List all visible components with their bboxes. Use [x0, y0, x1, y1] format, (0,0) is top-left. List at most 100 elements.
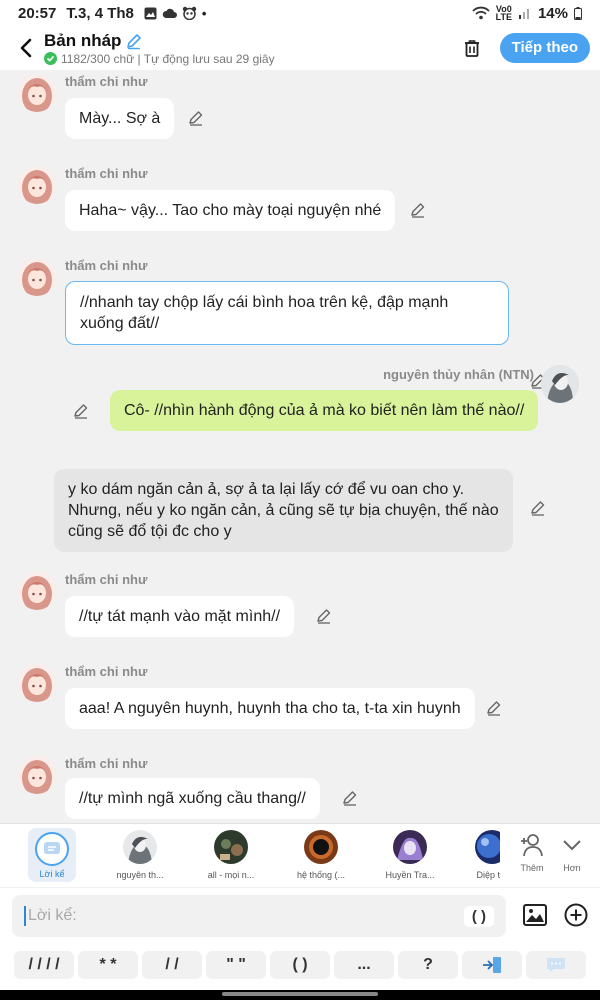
add-label: Thêm — [520, 863, 544, 873]
back-button[interactable] — [14, 36, 38, 60]
panda-icon — [182, 6, 197, 20]
character-item[interactable]: Huyền Tra... — [370, 824, 450, 888]
character-item[interactable]: hệ thống (... — [281, 824, 361, 888]
character-narration[interactable]: Lời kể — [28, 828, 76, 882]
shortcut-bar: / / / / * * / / " " ( ) ... ? — [0, 944, 600, 990]
system-nav-bar — [0, 990, 600, 1000]
chevron-left-icon — [20, 38, 32, 58]
add-character-button[interactable]: Thêm — [512, 832, 552, 873]
battery-icon — [574, 6, 582, 20]
status-bar: 20:57 T.3, 4 Th8 • Vo0 LTE 14% — [0, 0, 600, 26]
edit-message-icon[interactable] — [72, 402, 90, 420]
edit-message-icon[interactable] — [529, 499, 547, 517]
draft-subtitle-row: 1182/300 chữ | Tự động lưu sau 29 giây — [44, 52, 275, 66]
signal-icon — [518, 9, 529, 19]
composer: Lời kể: ( ) — [0, 888, 600, 944]
avatar[interactable] — [18, 664, 56, 702]
narration-icon — [35, 832, 69, 866]
edit-message-icon[interactable] — [315, 607, 333, 625]
message-bubble[interactable]: //tự tát mạnh vào mặt mình// — [65, 596, 295, 637]
trash-icon[interactable] — [462, 38, 482, 58]
chat-bubble-button[interactable] — [526, 951, 586, 979]
boy-avatar-icon — [541, 365, 579, 403]
girl-avatar-icon — [18, 74, 56, 112]
sender-name: thẩm chi như — [65, 258, 148, 273]
avatar[interactable] — [18, 74, 56, 112]
character-name: Diệp t — [476, 870, 500, 880]
message-bubble[interactable]: //tự mình ngã xuống cầu thang// — [65, 778, 320, 819]
home-indicator[interactable] — [222, 992, 378, 996]
message-bubble[interactable]: Haha~ vậy... Tao cho mày toại nguyện nhé — [65, 190, 396, 231]
character-item[interactable]: nguyên th... — [100, 824, 180, 888]
character-name: all - mọi n... — [207, 870, 255, 880]
shortcut-key[interactable]: ... — [334, 951, 394, 979]
header-actions: Tiếp theo — [462, 33, 590, 63]
add-person-icon — [521, 834, 543, 857]
character-name: nguyên th... — [116, 870, 164, 880]
message-bubble[interactable]: Mày... Sợ à — [65, 98, 175, 139]
message-input[interactable]: Lời kể: ( ) — [12, 895, 506, 937]
cloud-icon — [162, 8, 177, 18]
girl-avatar-icon — [18, 756, 56, 794]
sender-name: thẩm chi như — [65, 756, 148, 771]
girl-avatar-icon — [18, 258, 56, 296]
more-label: Hơn — [563, 863, 581, 873]
avatar-hole — [304, 830, 338, 864]
avatar-gray — [123, 830, 157, 864]
saved-check-icon — [44, 52, 57, 65]
add-circle-icon[interactable] — [563, 902, 589, 928]
lte-bottom: LTE — [495, 12, 512, 22]
status-time: 20:57 — [18, 4, 57, 22]
girl-avatar-icon — [18, 664, 56, 702]
narration-bubble[interactable]: y ko dám ngăn cản ả, sợ ả ta lại lấy cớ … — [54, 469, 513, 552]
image-icon[interactable] — [522, 902, 548, 928]
avatar[interactable] — [18, 756, 56, 794]
shortcut-key[interactable]: ? — [398, 951, 458, 979]
character-name: Lời kể — [39, 869, 65, 879]
character-item[interactable]: Diệp t — [460, 824, 500, 888]
message-bubble[interactable]: //nhanh tay chộp lấy cái bình hoa trên k… — [65, 281, 509, 345]
shortcut-key[interactable]: ( ) — [270, 951, 330, 979]
edit-message-icon[interactable] — [485, 699, 503, 717]
avatar-dark — [214, 830, 248, 864]
lte-indicator: Vo0 LTE — [495, 5, 512, 22]
word-count-autosave: 1182/300 chữ | Tự động lưu sau 29 giây — [61, 51, 275, 66]
sender-name: thẩm chi như — [65, 166, 148, 181]
character-name: Huyền Tra... — [385, 870, 435, 880]
character-item[interactable]: all - mọi n... — [191, 824, 271, 888]
edit-title-icon[interactable] — [125, 32, 143, 50]
avatar-purple — [393, 830, 427, 864]
character-name: hệ thống (... — [296, 870, 346, 880]
chat-bubble-icon — [547, 958, 565, 972]
edit-message-icon[interactable] — [187, 109, 205, 127]
girl-avatar-icon — [18, 572, 56, 610]
more-button[interactable]: Hơn — [552, 832, 592, 873]
message-bubble[interactable]: aaa! A nguyên huynh, huynh tha cho ta, t… — [65, 688, 475, 729]
input-placeholder: Lời kể: — [28, 907, 77, 924]
shortcut-key[interactable]: / / / / — [14, 951, 74, 979]
avatar[interactable] — [18, 572, 56, 610]
edit-message-icon[interactable] — [409, 201, 427, 219]
girl-avatar-icon — [18, 166, 56, 204]
edit-message-icon[interactable] — [341, 789, 359, 807]
avatar[interactable] — [18, 166, 56, 204]
next-button[interactable]: Tiếp theo — [499, 33, 590, 63]
shortcut-key[interactable]: * * — [78, 951, 138, 979]
sender-name: nguyên thủy nhân (NTN) — [383, 367, 534, 382]
status-right: Vo0 LTE 14% — [471, 5, 582, 22]
chevron-down-icon — [563, 840, 581, 851]
paren-insert-button[interactable]: ( ) — [463, 905, 494, 927]
shortcut-key[interactable]: " " — [206, 951, 266, 979]
top-header: Bản nháp 1182/300 chữ | Tự động lưu sau … — [0, 26, 600, 70]
text-caret — [24, 906, 26, 926]
message-bubble[interactable]: Cô- //nhìn hành động của ả mà ko biết nê… — [110, 390, 539, 431]
insert-arrow-button[interactable] — [462, 951, 522, 979]
avatar[interactable] — [18, 258, 56, 296]
status-notification-icons: • — [144, 6, 206, 21]
gallery-icon — [144, 7, 157, 19]
wifi-icon — [471, 6, 490, 20]
shortcut-key[interactable]: / / — [142, 951, 202, 979]
chat-area[interactable]: thẩm chi như Mày... Sợ à thẩm chi như Ha… — [0, 70, 600, 823]
draft-title-block: Bản nháp 1182/300 chữ | Tự động lưu sau … — [44, 31, 275, 66]
avatar[interactable] — [541, 365, 579, 403]
